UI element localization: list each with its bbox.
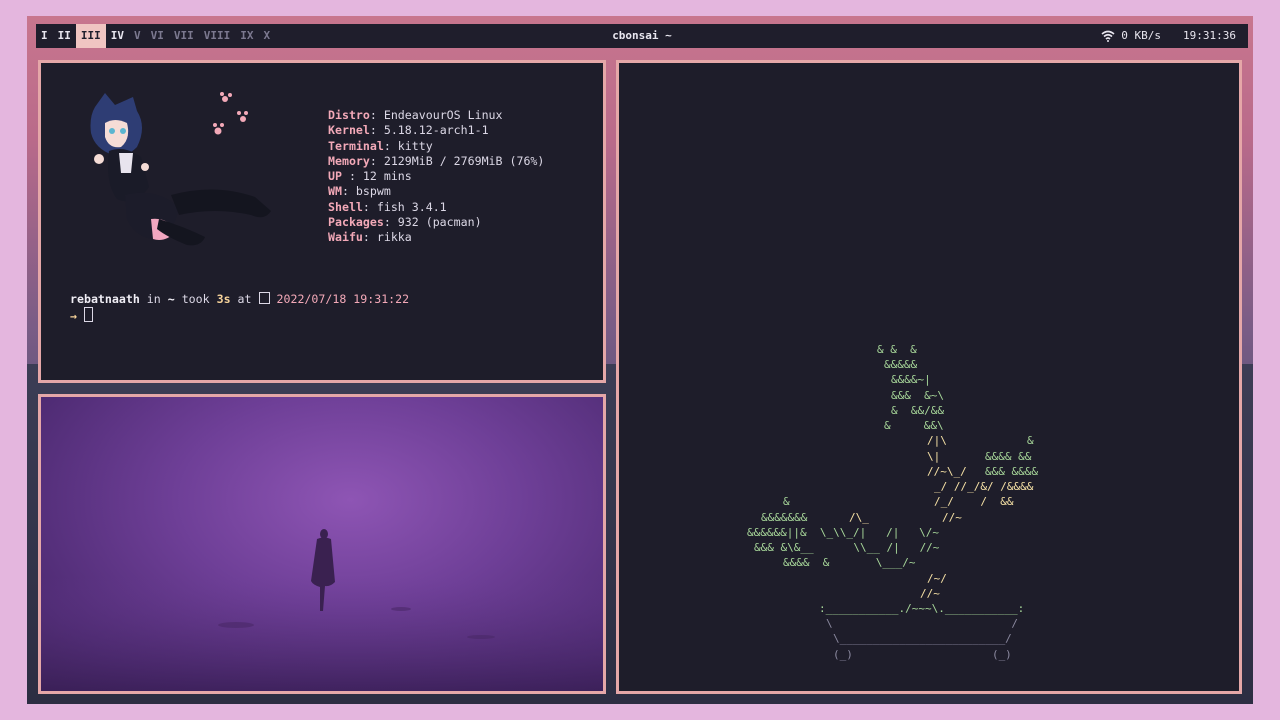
bonsai-line-20: &&&& & \___/~ [783, 556, 916, 569]
info-row-kernel: Kernel: 5.18.12-arch1-1 [328, 123, 489, 138]
bonsai-line-2: &&&&~| [891, 373, 931, 386]
info-row-shell: Shell: fish 3.4.1 [328, 199, 447, 214]
bonsai-line-23: :___________./~~~\.___________: [819, 602, 1024, 615]
bonsai-line-3: &&& &~\ [891, 389, 944, 402]
workspace-switcher: I II III IV V VI VII VIII IX X [36, 24, 275, 48]
bonsai-line-25: \_________________________/ [833, 632, 1012, 645]
status-bar: I II III IV V VI VII VIII IX X cbonsai ~… [36, 24, 1248, 48]
text-cursor [83, 307, 93, 323]
shell-prompt[interactable]: rebatnaath in ~ took 3s at 2022/07/18 19… [70, 292, 409, 325]
bonsai-line-7: & [1027, 434, 1034, 447]
prompt-arrow-icon: → [70, 309, 77, 324]
system-info-list: Distro: EndeavourOS Linux Kernel: 5.18.12… [328, 108, 544, 246]
info-row-uptime: UP : 12 mins [328, 169, 412, 184]
anime-character-image [90, 92, 271, 246]
bar-status-area: 0 KB/s 19:31:36 [1101, 24, 1236, 48]
bonsai-line-1: &&&&& [884, 358, 917, 371]
network-speed: 0 KB/s [1121, 29, 1162, 42]
paw-prints [213, 92, 248, 135]
bonsai-line-14: & [783, 495, 790, 508]
bonsai-line-18: &&&&&&||& \_\\_/| /| \/~ [747, 526, 939, 539]
prompt-date: 2022/07/18 19:31:22 [276, 292, 410, 306]
bonsai-line-26: (_) (_) [833, 648, 1012, 661]
terminal-window-cbonsai[interactable]: & & & &&&&& &&&&~| &&& &~\ & &&/&& & &&\ /|\ & \… [616, 60, 1242, 694]
prompt-dir: ~ [167, 292, 175, 306]
bonsai-line-13: /_/ / && [934, 495, 1014, 508]
info-row-wm: WM: bspwm [328, 184, 391, 199]
bonsai-line-4: & &&/&& [891, 404, 944, 417]
workspace-1[interactable]: I [36, 24, 53, 48]
bonsai-line-19: &&& &\&__ \\__ /| //~ [754, 541, 940, 554]
info-row-terminal: Terminal: kitty [328, 138, 433, 153]
workspace-3-active[interactable]: III [75, 24, 106, 48]
prompt-duration: 3s [216, 292, 231, 306]
workspace-10[interactable]: X [259, 24, 276, 48]
prompt-user: rebatnaath [70, 292, 140, 306]
workspace-5[interactable]: V [129, 24, 146, 48]
input-line[interactable]: → [70, 307, 409, 324]
workspace-4[interactable]: IV [106, 24, 129, 48]
bonsai-line-10: //~\_/ [927, 465, 967, 478]
bonsai-line-15: &&&&&&& [761, 511, 808, 524]
terminal-window-fetch[interactable]: Distro: EndeavourOS Linux Kernel: 5.18.12… [38, 60, 606, 383]
bonsai-line-21: /~/ [927, 572, 947, 585]
bonsai-line-17: //~ [942, 511, 962, 524]
wifi-icon[interactable] [1101, 30, 1115, 42]
bonsai-line-22: //~ [920, 587, 940, 600]
clock-icon [258, 292, 270, 304]
workspace-8[interactable]: VIII [199, 24, 236, 48]
bonsai-line-5: & &&\ [884, 419, 944, 432]
bonsai-line-12: _/ //_/&/ /&&&& [934, 480, 1034, 493]
bonsai-line-24: \ / [826, 617, 1018, 630]
bonsai-line-0: & & & [877, 343, 917, 356]
workspace-6[interactable]: VI [146, 24, 169, 48]
bonsai-line-6: /|\ [927, 434, 947, 447]
workspace-7[interactable]: VII [169, 24, 199, 48]
prompt-line: rebatnaath in ~ took 3s at 2022/07/18 19… [70, 292, 410, 306]
image-viewer-window[interactable] [38, 394, 606, 694]
info-row-packages: Packages: 932 (pacman) [328, 215, 482, 230]
workspace-2[interactable]: II [53, 24, 76, 48]
clock: 19:31:36 [1183, 29, 1236, 42]
info-row-distro: Distro: EndeavourOS Linux [328, 108, 503, 122]
info-row-memory: Memory: 2129MiB / 2769MiB (76%) [328, 153, 545, 168]
bonsai-line-11: &&& &&&& [985, 465, 1038, 478]
foggy-figure-image [41, 529, 603, 691]
bonsai-tree-ascii: & & & &&&&& &&&&~| &&& &~\ & &&/&& & &&\ /|\ & \… [747, 343, 1038, 661]
bonsai-line-9: &&&& && [985, 450, 1032, 463]
info-row-waifu: Waifu: rikka [328, 230, 412, 245]
workspace-9[interactable]: IX [235, 24, 258, 48]
bonsai-line-8: \| [927, 450, 940, 463]
bonsai-line-16: /\_ [849, 511, 869, 524]
